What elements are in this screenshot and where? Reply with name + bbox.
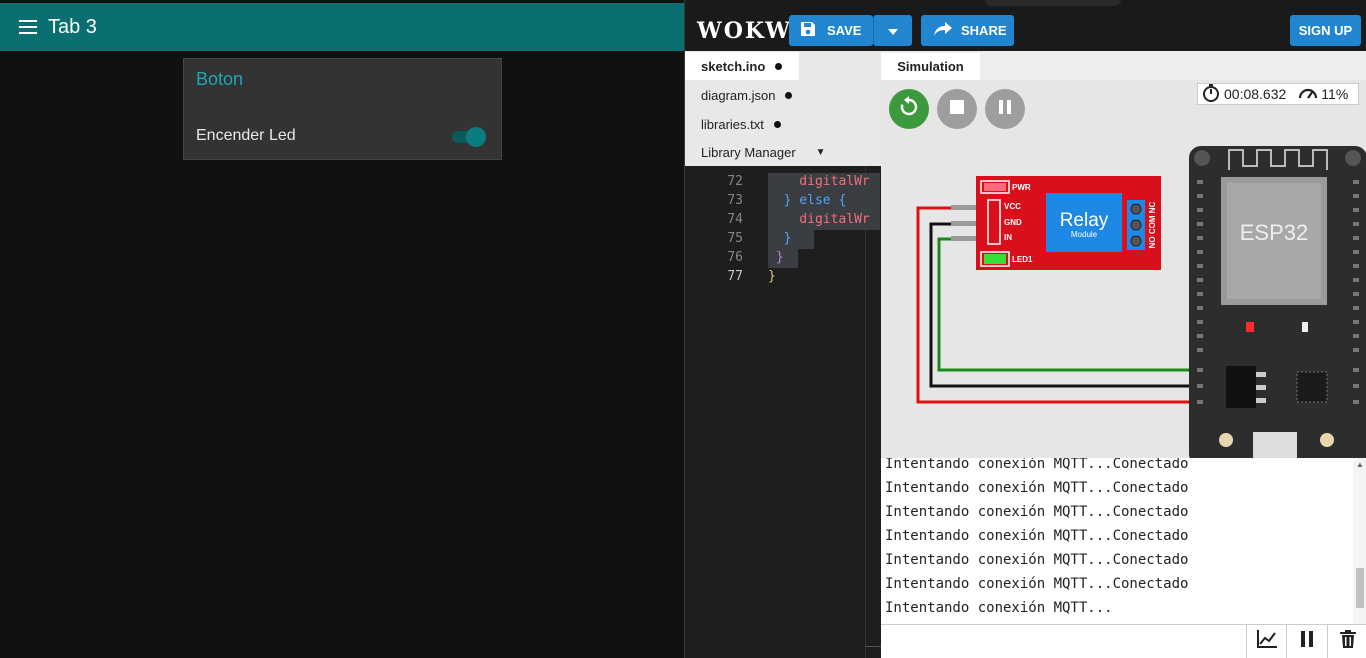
- relay-terminals-label: NO COM NC: [1148, 201, 1157, 248]
- line-number: 73: [727, 193, 743, 208]
- trash-icon: [1339, 630, 1356, 653]
- code-line: }: [768, 231, 792, 246]
- unsaved-dot-icon: [773, 120, 781, 128]
- file-name: sketch.ino: [701, 58, 766, 74]
- code-editor: 72 digitalWr 73 } else { 74 digitalWr 75…: [685, 51, 881, 658]
- hamburger-menu-icon[interactable]: [19, 20, 37, 34]
- code-line: }: [768, 269, 776, 284]
- serial-input[interactable]: [881, 625, 1246, 658]
- tab-libraries-txt[interactable]: libraries.txt: [685, 110, 881, 138]
- library-manager-tab[interactable]: Library Manager ▼: [685, 138, 881, 166]
- serial-scrollbar[interactable]: ▲: [1353, 458, 1366, 624]
- button-card: Boton Encender Led: [183, 58, 502, 160]
- tab-simulation[interactable]: Simulation: [881, 53, 980, 80]
- dashboard-header: Tab 3: [0, 3, 684, 51]
- pin-label: VCC: [1004, 202, 1021, 211]
- line-number: 77: [727, 269, 743, 284]
- line-number: 75: [727, 231, 743, 246]
- serial-line: Intentando conexión MQTT...Conectado: [885, 552, 1189, 568]
- switch-label: Encender Led: [196, 127, 296, 144]
- serial-line: Intentando conexión MQTT...: [885, 600, 1113, 616]
- save-label: SAVE: [827, 23, 862, 38]
- caret-down-icon: ▼: [815, 146, 826, 158]
- code-line: digitalWr: [768, 212, 870, 227]
- serial-line: Intentando conexión MQTT...Conectado: [885, 458, 1189, 472]
- code-line: digitalWr: [768, 174, 870, 189]
- circuit-diagram: PWR VCC GND IN LED1 Relay Module NO COM …: [916, 146, 1366, 458]
- serial-line: Intentando conexión MQTT...Conectado: [885, 576, 1189, 592]
- plotter-button[interactable]: [1246, 625, 1286, 658]
- line-number: 76: [727, 250, 743, 265]
- floppy-disk-icon: [799, 20, 817, 41]
- serial-line: Intentando conexión MQTT...Conectado: [885, 528, 1189, 544]
- simulation-tab-bar: Simulation: [881, 51, 1366, 80]
- code-area[interactable]: 72 digitalWr 73 } else { 74 digitalWr 75…: [685, 166, 881, 658]
- file-name: libraries.txt: [701, 116, 764, 132]
- pin-label: GND: [1004, 218, 1022, 227]
- share-arrow-icon: [933, 21, 953, 40]
- file-tabs: sketch.ino diagram.json libraries.txt Li…: [685, 51, 881, 166]
- library-manager-label: Library Manager: [701, 144, 796, 160]
- simulation-canvas[interactable]: 00:08.632 11% PWR VCC GND IN LED1 Relay …: [881, 80, 1366, 458]
- wokwi-toolbar: WOKWI SAVE SHARE SIGN UP: [685, 10, 1366, 51]
- scrollbar-thumb[interactable]: [1356, 568, 1364, 608]
- code-line: }: [768, 250, 784, 265]
- pin-label: IN: [1004, 233, 1012, 242]
- led-toggle-switch[interactable]: [452, 127, 486, 147]
- share-button[interactable]: SHARE: [921, 15, 1014, 46]
- simulation-panel: Simulation 00:08.632 11% PWR VCC GND IN …: [881, 51, 1366, 658]
- sign-up-button[interactable]: SIGN UP: [1290, 15, 1361, 46]
- scroll-up-arrow-icon[interactable]: ▲: [1356, 460, 1364, 469]
- esp32-board[interactable]: ESP32: [1189, 146, 1366, 458]
- file-name: diagram.json: [701, 87, 776, 103]
- browser-top-strip: [685, 0, 1366, 10]
- relay-title: Relay: [1060, 210, 1109, 231]
- serial-line: Intentando conexión MQTT...Conectado: [885, 504, 1189, 520]
- clear-serial-button[interactable]: [1327, 625, 1366, 658]
- serial-input-row: [881, 624, 1366, 658]
- dashboard-panel: Tab 3 Boton Encender Led: [0, 0, 684, 658]
- line-chart-icon: [1256, 629, 1278, 654]
- serial-monitor[interactable]: Intentando conexión MQTT...Conectado Int…: [881, 458, 1366, 624]
- tab-sketch-ino[interactable]: sketch.ino: [685, 52, 799, 80]
- caret-down-icon: [888, 23, 898, 38]
- pin-label: LED1: [1012, 255, 1033, 264]
- pause-serial-button[interactable]: [1286, 625, 1326, 658]
- unsaved-dot-icon: [785, 91, 793, 99]
- serial-line: Intentando conexión MQTT...Conectado: [885, 480, 1189, 496]
- line-number: 74: [727, 212, 743, 227]
- toggle-thumb: [466, 127, 486, 147]
- share-label: SHARE: [961, 23, 1007, 38]
- save-button[interactable]: SAVE: [789, 15, 873, 46]
- board-name: ESP32: [1240, 220, 1309, 245]
- save-options-dropdown[interactable]: [873, 15, 912, 46]
- tab-diagram-json[interactable]: diagram.json: [685, 81, 881, 109]
- wokwi-panel: WOKWI SAVE SHARE SIGN UP 72 digitalWr 73…: [684, 0, 1366, 658]
- unsaved-dot-icon: [775, 62, 783, 70]
- relay-module[interactable]: PWR VCC GND IN LED1 Relay Module NO COM …: [976, 176, 1161, 270]
- relay-subtitle: Module: [1071, 230, 1098, 239]
- pause-icon: [1300, 631, 1313, 652]
- dashboard-title: Tab 3: [48, 15, 97, 38]
- card-title: Boton: [196, 69, 244, 89]
- line-number: 72: [727, 174, 743, 189]
- code-line: } else {: [768, 193, 847, 208]
- pin-label: PWR: [1012, 183, 1031, 192]
